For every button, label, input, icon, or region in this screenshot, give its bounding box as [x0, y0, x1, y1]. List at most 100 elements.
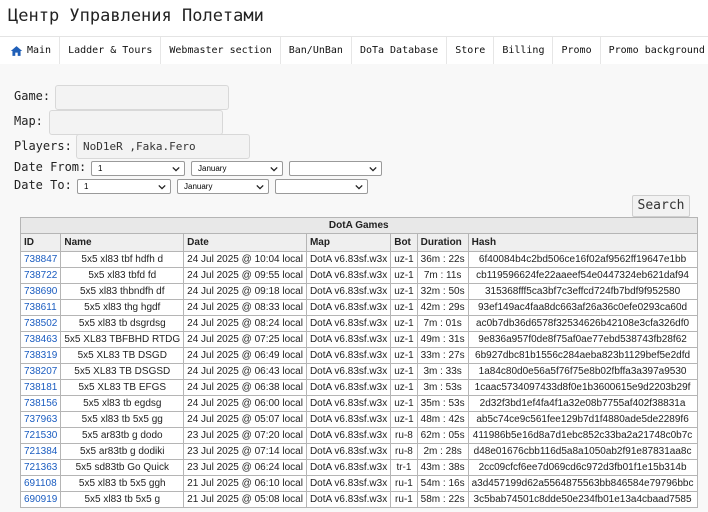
- game-field[interactable]: [55, 85, 229, 110]
- nav-item-promo-background[interactable]: Promo background: [601, 37, 708, 65]
- map-label: Map:: [14, 114, 43, 128]
- cell-id-link[interactable]: 738463: [19, 331, 62, 348]
- cell-duration: 3m : 53s: [416, 379, 469, 396]
- nav-item-ban-unban[interactable]: Ban/UnBan: [281, 37, 352, 65]
- cell-date: 24 Jul 2025 @ 06:38 local: [183, 379, 307, 396]
- col-header-date: Date: [183, 233, 307, 252]
- cell-id-link[interactable]: 738611: [19, 299, 62, 316]
- cell-date: 24 Jul 2025 @ 08:24 local: [183, 315, 307, 332]
- players-field[interactable]: NoD1eR ,Faka.Fero: [76, 134, 250, 159]
- date-from-day-select[interactable]: 1: [91, 161, 185, 176]
- cell-id-link[interactable]: 690919: [19, 491, 62, 508]
- cell-date: 24 Jul 2025 @ 07:25 local: [183, 331, 307, 348]
- nav-item-dota-database[interactable]: DoTa Database: [352, 37, 448, 65]
- cell-id-link[interactable]: 691108: [19, 475, 62, 492]
- col-header-map: Map: [305, 233, 392, 252]
- nav-item-store[interactable]: Store: [447, 37, 495, 65]
- cell-bot: uz-1: [390, 331, 418, 348]
- map-field[interactable]: [49, 110, 223, 135]
- col-header-bot: Bot: [390, 233, 418, 252]
- cell-hash: 93ef149ac4faa8dc663af26a36c0efe0293ca60d: [467, 299, 698, 316]
- cell-id-link[interactable]: 721384: [19, 443, 62, 460]
- date-from-month-select[interactable]: January: [191, 161, 283, 176]
- cell-map: DotA v6.83sf.w3x: [305, 459, 392, 476]
- cell-date: 23 Jul 2025 @ 07:14 local: [183, 443, 307, 460]
- cell-date: 24 Jul 2025 @ 09:55 local: [183, 267, 307, 284]
- game-label: Game:: [14, 89, 51, 103]
- cell-id-link[interactable]: 738156: [19, 395, 62, 412]
- cell-name: 5x5 xl83 tb dsgrdsg: [60, 315, 185, 332]
- chevron-down-icon: [369, 166, 377, 172]
- date-to-year-select[interactable]: [275, 179, 368, 194]
- date-to-day-select[interactable]: 1: [77, 179, 171, 194]
- date-to-month-select[interactable]: January: [177, 179, 269, 194]
- col-header-name: Name: [60, 233, 185, 252]
- cell-id-link[interactable]: 738847: [19, 251, 62, 268]
- cell-id-link[interactable]: 737963: [19, 411, 62, 428]
- cell-id-link[interactable]: 738207: [19, 363, 62, 380]
- table-row: 738463 5x5 XL83 TBFBHD RTDG 24 Jul 2025 @ …: [19, 331, 698, 348]
- cell-hash: 411986b5e16d8a7d1ebc852c33ba2a21748c0b7c: [467, 427, 698, 444]
- cell-id-link[interactable]: 738690: [19, 283, 62, 300]
- cell-map: DotA v6.83sf.w3x: [305, 315, 392, 332]
- cell-name: 5x5 xl83 thbndfh df: [60, 283, 185, 300]
- cell-date: 23 Jul 2025 @ 07:20 local: [183, 427, 307, 444]
- table-row: 738207 5x5 XL83 TB DSGSD 24 Jul 2025 @ 06:…: [19, 363, 698, 380]
- cell-hash: 315368fff5ca3bf7c3effcd724fb7bdf9f952580: [467, 283, 698, 300]
- cell-duration: 42m : 29s: [416, 299, 469, 316]
- table-row: 737963 5x5 xl83 tb 5x5 gg 24 Jul 2025 @ 05…: [19, 411, 698, 428]
- cell-hash: ab5c74ce9c561fee129b7d1f4880ade5de2289f6: [467, 411, 698, 428]
- cell-map: DotA v6.83sf.w3x: [305, 395, 392, 412]
- home-icon: [10, 46, 23, 56]
- cell-date: 24 Jul 2025 @ 06:00 local: [183, 395, 307, 412]
- date-from-year-select[interactable]: [289, 161, 382, 176]
- date-to-day-value: 1: [84, 182, 89, 191]
- cell-id-link[interactable]: 721530: [19, 427, 62, 444]
- cell-hash: 6b927dbc81b1556c284aeba823b1129bef5e2dfd: [467, 347, 698, 364]
- table-row: 738502 5x5 xl83 tb dsgrdsg 24 Jul 2025 @ 0…: [19, 315, 698, 332]
- date-from-day-value: 1: [98, 164, 103, 173]
- nav-item-main[interactable]: Main: [0, 37, 61, 65]
- search-button[interactable]: Search: [632, 195, 690, 217]
- cell-id-link[interactable]: 738181: [19, 379, 62, 396]
- cell-id-link[interactable]: 738502: [19, 315, 62, 332]
- cell-name: 5x5 sd83tb Go Quick: [60, 459, 185, 476]
- col-header-hash: Hash: [467, 233, 698, 252]
- cell-name: 5x5 XL83 TBFBHD RTDG: [60, 331, 185, 348]
- main-nav: Main Ladder & Tours Webmaster section Ba…: [0, 36, 708, 66]
- cell-id-link[interactable]: 738319: [19, 347, 62, 364]
- cell-hash: 2cc09cfcf6ee7d069cd6c972d3fb01f1e15b314b: [467, 459, 698, 476]
- cell-id-link[interactable]: 721363: [19, 459, 62, 476]
- nav-item-ladder-tours[interactable]: Ladder & Tours: [60, 37, 162, 65]
- cell-duration: 33m : 27s: [416, 347, 469, 364]
- nav-item-billing[interactable]: Billing: [494, 37, 554, 65]
- table-row: 690919 5x5 xl83 tb 5x5 g 21 Jul 2025 @ 05:…: [19, 491, 698, 508]
- table-row: 738181 5x5 XL83 TB EFGS 24 Jul 2025 @ 06:3…: [19, 379, 698, 396]
- cell-duration: 2m : 28s: [416, 443, 469, 460]
- nav-item-webmaster-section[interactable]: Webmaster section: [161, 37, 281, 65]
- chevron-down-icon: [270, 166, 278, 172]
- table-row: 738690 5x5 xl83 thbndfh df 24 Jul 2025 @ 0…: [19, 283, 698, 300]
- cell-map: DotA v6.83sf.w3x: [305, 283, 392, 300]
- cell-duration: 62m : 05s: [416, 427, 469, 444]
- table-row: 691108 5x5 xl83 tb 5x5 ggh 21 Jul 2025 @ 0…: [19, 475, 698, 492]
- cell-duration: 35m : 53s: [416, 395, 469, 412]
- cell-date: 24 Jul 2025 @ 10:04 local: [183, 251, 307, 268]
- cell-date: 24 Jul 2025 @ 09:18 local: [183, 283, 307, 300]
- cell-duration: 43m : 38s: [416, 459, 469, 476]
- cell-map: DotA v6.83sf.w3x: [305, 299, 392, 316]
- cell-hash: 1caac5734097433d8f0e1b3600615e9d2203b29f: [467, 379, 698, 396]
- cell-name: 5x5 ar83tb g dodo: [60, 427, 185, 444]
- date-from-month-value: January: [198, 164, 227, 173]
- cell-map: DotA v6.83sf.w3x: [305, 379, 392, 396]
- table-caption: DotA Games: [20, 217, 698, 233]
- cell-date: 21 Jul 2025 @ 06:10 local: [183, 475, 307, 492]
- cell-hash: 3c5bab74501c8dde50e234fb01e13a4cbaad7585: [467, 491, 698, 508]
- nav-item-promo[interactable]: Promo: [553, 37, 601, 65]
- cell-bot: ru-1: [390, 475, 418, 492]
- chevron-down-icon: [172, 166, 180, 172]
- cell-map: DotA v6.83sf.w3x: [305, 475, 392, 492]
- cell-bot: uz-1: [390, 379, 418, 396]
- cell-id-link[interactable]: 738722: [19, 267, 62, 284]
- date-to-label: Date To:: [14, 178, 72, 192]
